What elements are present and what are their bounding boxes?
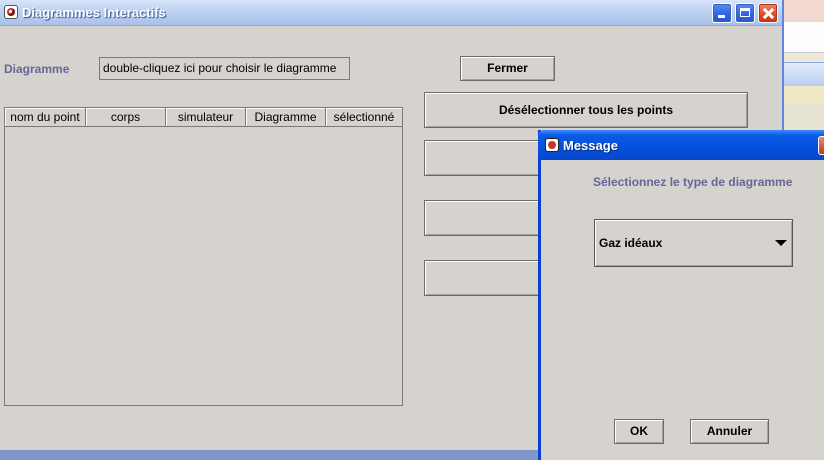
dialog-title: Message bbox=[563, 138, 618, 153]
close-button[interactable]: Fermer bbox=[460, 56, 555, 81]
chevron-down-icon[interactable] bbox=[775, 240, 787, 246]
java-cup-icon bbox=[4, 5, 18, 19]
message-dialog: Message Sélectionnez le type de diagramm… bbox=[538, 130, 824, 460]
background-window-header bbox=[782, 0, 824, 22]
table-header: nom du point corps simulateur Diagramme … bbox=[5, 108, 402, 127]
window-title: Diagrammes Interactifs bbox=[22, 5, 166, 20]
background-window-bar bbox=[782, 86, 824, 105]
diagram-type-value: Gaz idéaux bbox=[599, 236, 663, 250]
points-table[interactable]: nom du point corps simulateur Diagramme … bbox=[4, 107, 403, 406]
column-header-selected[interactable]: sélectionné bbox=[326, 108, 402, 127]
dialog-prompt: Sélectionnez le type de diagramme bbox=[593, 175, 793, 189]
dialog-title-bar[interactable]: Message bbox=[538, 130, 824, 160]
column-header-point-name[interactable]: nom du point bbox=[5, 108, 86, 127]
diagram-label: Diagramme bbox=[4, 62, 70, 76]
diagram-type-select[interactable]: Gaz idéaux bbox=[594, 219, 793, 267]
java-cup-icon bbox=[545, 138, 559, 152]
deselect-all-button[interactable]: Désélectionner tous les points bbox=[424, 92, 748, 128]
minimize-icon[interactable] bbox=[712, 3, 732, 23]
background-window-toolbar bbox=[782, 62, 824, 87]
close-icon[interactable] bbox=[758, 3, 778, 23]
column-header-simulator[interactable]: simulateur bbox=[166, 108, 246, 127]
ok-button[interactable]: OK bbox=[614, 419, 664, 444]
dialog-close-icon[interactable] bbox=[818, 136, 824, 155]
title-bar[interactable]: Diagrammes Interactifs bbox=[0, 0, 782, 26]
maximize-icon[interactable] bbox=[735, 3, 755, 23]
column-header-body[interactable]: corps bbox=[86, 108, 166, 127]
column-header-diagram[interactable]: Diagramme bbox=[246, 108, 326, 127]
background-window-panel bbox=[782, 22, 824, 53]
diagram-field[interactable]: double-cliquez ici pour choisir le diagr… bbox=[99, 57, 350, 80]
cancel-button[interactable]: Annuler bbox=[690, 419, 769, 444]
